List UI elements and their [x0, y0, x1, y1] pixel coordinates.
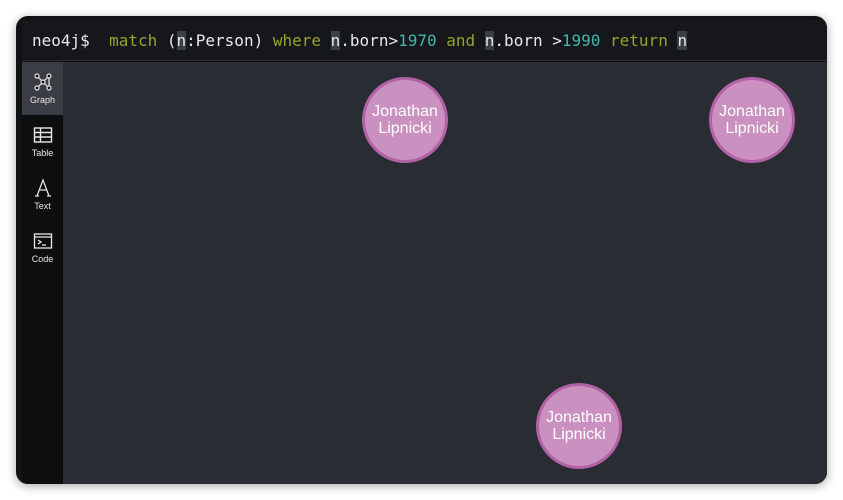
node-caption-line: Jonathan [719, 103, 785, 120]
query-token: where [263, 30, 321, 50]
query-token: n [176, 30, 187, 50]
query-editor[interactable]: match (n:Person) where n.born>1970 and n… [109, 30, 688, 50]
sidebar-item-graph[interactable]: Graph [22, 62, 63, 115]
view-sidebar: Graph Table Text Code [22, 62, 63, 484]
node-caption-line: Lipnicki [552, 426, 606, 443]
prompt-text: neo4j$ [32, 30, 90, 50]
sidebar-item-label: Code [31, 254, 54, 264]
graph-icon [33, 73, 52, 91]
query-token: ( [157, 30, 177, 50]
node-caption: Jonathan Lipnicki [546, 409, 612, 443]
query-token: :Person) [186, 30, 264, 50]
text-icon [34, 178, 51, 197]
query-token: .born> [340, 30, 399, 50]
query-token: .born > [494, 30, 562, 50]
query-token: n [484, 30, 495, 50]
node-caption-line: Lipnicki [378, 120, 432, 137]
query-bar[interactable]: neo4j$ match (n:Person) where n.born>197… [22, 20, 827, 61]
graph-node[interactable]: Jonathan Lipnicki [362, 77, 448, 163]
query-token: 1970 [398, 30, 437, 50]
sidebar-item-label: Text [34, 201, 51, 211]
sidebar-item-label: Table [31, 148, 54, 158]
query-token: match [109, 30, 158, 50]
query-token: 1990 [561, 30, 601, 50]
graph-node[interactable]: Jonathan Lipnicki [536, 383, 622, 469]
node-caption: Jonathan Lipnicki [719, 103, 785, 137]
sidebar-item-text[interactable]: Text [22, 168, 63, 221]
node-caption: Jonathan Lipnicki [372, 103, 438, 137]
graph-canvas[interactable]: Jonathan Lipnicki Jonathan Lipnicki Jonath… [63, 62, 827, 484]
sidebar-item-table[interactable]: Table [22, 115, 63, 168]
code-icon [33, 233, 52, 249]
table-icon [33, 127, 52, 143]
node-caption-line: Jonathan [546, 409, 612, 426]
query-token: n [330, 30, 341, 50]
query-token: n [677, 30, 688, 50]
neo4j-result-window: neo4j$ match (n:Person) where n.born>197… [16, 16, 827, 484]
graph-node[interactable]: Jonathan Lipnicki [709, 77, 795, 163]
query-token [321, 31, 331, 50]
query-token: return [600, 30, 668, 50]
node-caption-line: Jonathan [372, 103, 438, 120]
query-token [475, 31, 485, 50]
node-caption-line: Lipnicki [725, 120, 779, 137]
query-token: and [436, 30, 476, 50]
sidebar-item-code[interactable]: Code [22, 221, 63, 274]
sidebar-item-label: Graph [29, 95, 55, 105]
